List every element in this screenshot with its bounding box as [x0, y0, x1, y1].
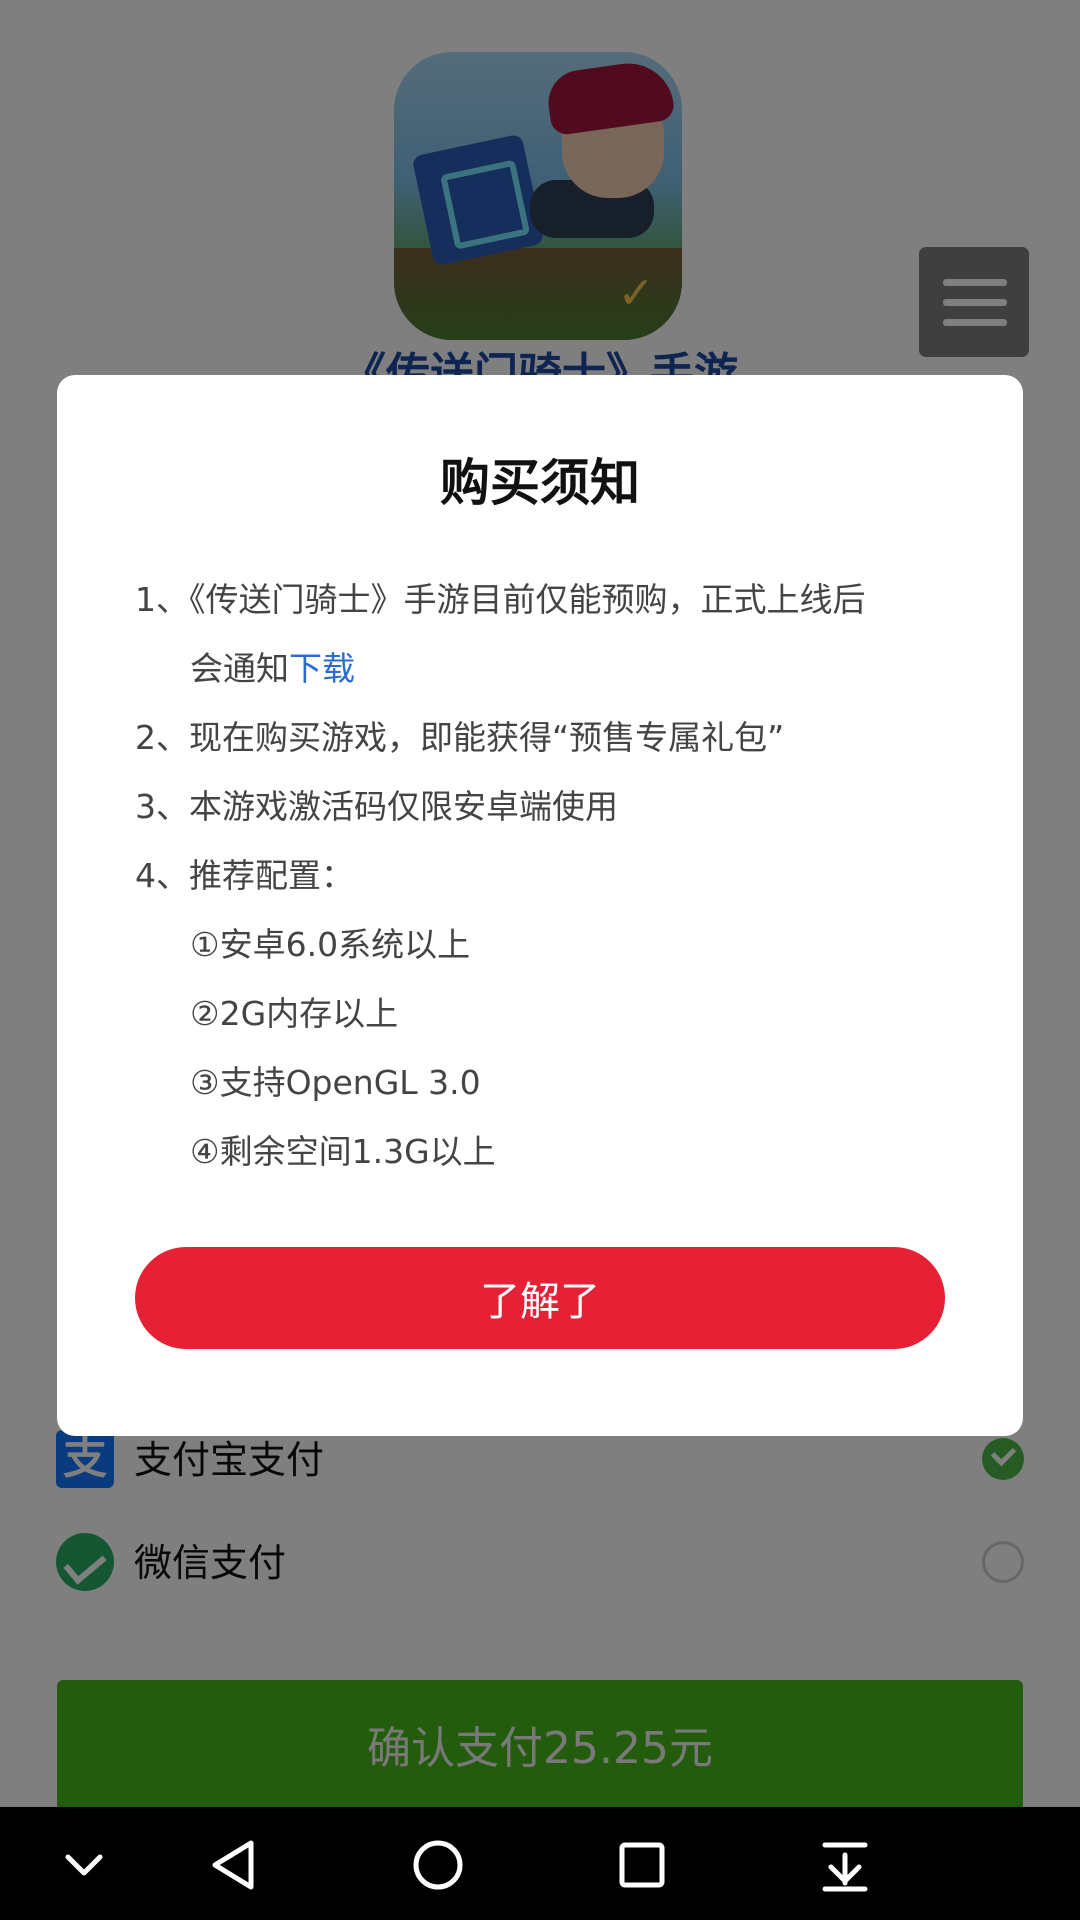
recents-icon[interactable] [600, 1823, 684, 1907]
purchase-notice-dialog: 购买须知 1、《传送门骑士》手游目前仅能预购，正式上线后 会通知下载 2、现在购… [57, 375, 1023, 1436]
requirement-storage: ④剩余空间1.3G以上 [190, 1132, 496, 1171]
notice-item-1: 1、《传送门骑士》手游目前仅能预购，正式上线后 [135, 580, 866, 619]
notice-item-1-text: 会通知 [190, 649, 289, 688]
notice-item-2: 2、现在购买游戏，即能获得“预售专属礼包” [135, 718, 785, 757]
chevron-down-icon[interactable] [42, 1823, 126, 1907]
notice-item-3: 3、本游戏激活码仅限安卓端使用 [135, 787, 618, 826]
requirement-opengl: ③支持OpenGL 3.0 [190, 1063, 481, 1102]
acknowledge-button[interactable]: 了解了 [135, 1247, 945, 1349]
dialog-title: 购买须知 [440, 454, 640, 512]
download-link[interactable]: 下载 [289, 649, 355, 688]
download-icon[interactable] [803, 1823, 887, 1907]
requirement-android: ①安卓6.0系统以上 [190, 925, 471, 964]
notice-list: 1、《传送门骑士》手游目前仅能预购，正式上线后 会通知下载 2、现在购买游戏，即… [135, 565, 955, 1186]
back-icon[interactable] [193, 1823, 277, 1907]
notice-item-1-cont: 会通知下载 [135, 634, 955, 703]
system-navigation-bar [0, 1807, 1080, 1920]
home-icon[interactable] [396, 1823, 480, 1907]
notice-item-4: 4、推荐配置： [135, 856, 354, 895]
requirement-memory: ②2G内存以上 [190, 994, 399, 1033]
